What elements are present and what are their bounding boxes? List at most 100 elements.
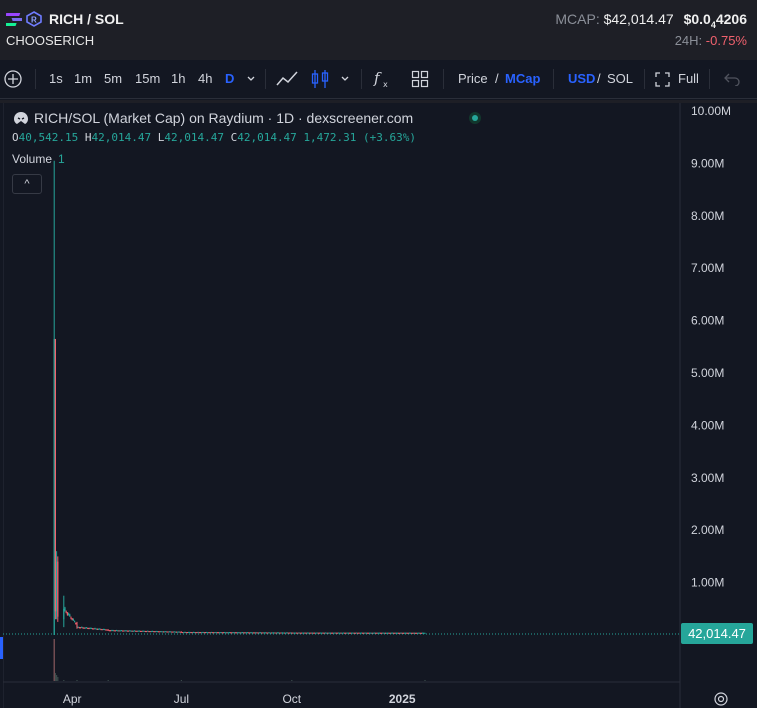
candle-body — [387, 632, 389, 634]
add-icon[interactable] — [3, 69, 23, 89]
interval-d[interactable]: D — [225, 71, 234, 86]
candle-body — [252, 632, 254, 634]
divider — [644, 69, 645, 89]
candle-body — [322, 632, 324, 634]
candle-body — [262, 632, 264, 634]
line-tool-icon[interactable] — [275, 70, 299, 88]
candle-body — [353, 632, 355, 634]
candle-body — [389, 632, 391, 634]
candle-body — [104, 629, 106, 631]
candle-body — [412, 632, 414, 634]
candle-body — [130, 630, 132, 632]
interval-1m[interactable]: 1m — [74, 71, 92, 86]
candle-body — [402, 632, 404, 634]
interval-1h[interactable]: 1h — [171, 71, 185, 86]
chevron-down-icon[interactable] — [246, 74, 256, 84]
candle-body — [410, 632, 412, 634]
candle-body — [92, 628, 94, 630]
candle-body — [284, 632, 286, 634]
candle-body — [368, 632, 370, 634]
candle-body — [423, 632, 425, 634]
volume-bar — [180, 680, 182, 681]
y-tick-label: 1.00M — [691, 576, 724, 590]
candle-body — [273, 632, 275, 634]
solana-logo-icon — [6, 13, 22, 26]
chevron-down-icon[interactable] — [340, 74, 350, 84]
interval-5m[interactable]: 5m — [104, 71, 122, 86]
volume-label: Volume — [12, 152, 53, 166]
candle-body — [228, 632, 230, 634]
candles-icon[interactable] — [310, 68, 330, 90]
candle-body — [282, 632, 284, 634]
candle-body — [363, 632, 365, 634]
candle-body — [285, 632, 287, 634]
candle-body — [74, 621, 76, 623]
low-value: 42,014.47 — [164, 131, 224, 144]
candle-body — [399, 632, 401, 634]
candle-body — [226, 632, 228, 634]
candle-body — [364, 632, 366, 634]
candle-body — [335, 632, 337, 634]
y-tick-label: 5.00M — [691, 366, 724, 380]
volume-bar — [63, 680, 65, 681]
candle-body — [342, 632, 344, 634]
candle-body — [288, 632, 290, 634]
price-toggle[interactable]: Price — [458, 71, 488, 86]
mcap-toggle[interactable]: MCap — [505, 71, 540, 86]
candle-body — [142, 630, 144, 632]
left-scroll-marker[interactable] — [0, 637, 3, 659]
candle-body — [57, 561, 59, 617]
collapse-legend-button[interactable]: ^ — [12, 174, 42, 194]
candle-body — [414, 632, 416, 634]
undo-icon[interactable] — [724, 72, 740, 86]
usd-toggle[interactable]: USD — [568, 71, 595, 86]
candle-body — [250, 632, 252, 634]
header-bar: R RICH / SOL CHOOSERICH MCAP: $42,014.47… — [0, 0, 757, 60]
candle-body — [260, 632, 262, 634]
volume-bar — [424, 680, 426, 681]
candle-body — [147, 630, 149, 632]
candle-body — [218, 632, 220, 634]
candle-body — [207, 632, 209, 634]
candle-body — [134, 630, 136, 632]
open-value: 40,542.15 — [18, 131, 79, 144]
candle-body — [80, 627, 82, 629]
candle-body — [111, 630, 113, 632]
candle-body — [366, 632, 368, 634]
fullscreen-button[interactable]: Full — [678, 71, 699, 86]
candle-body — [184, 631, 186, 633]
sol-toggle[interactable]: SOL — [607, 71, 633, 86]
price-chart[interactable]: 1.00M 2.00M 3.00M 4.00M 5.00M 6.00M 7.00M 8.00M… — [3, 103, 757, 708]
interval-15m[interactable]: 15m — [135, 71, 160, 86]
candle-body — [132, 630, 134, 632]
candle-body — [388, 632, 390, 634]
candle-body — [372, 632, 374, 634]
candle-body — [165, 631, 167, 633]
candle-body — [220, 632, 222, 634]
candle-body — [381, 632, 383, 634]
fullscreen-icon[interactable] — [655, 72, 670, 87]
candle-body — [96, 628, 98, 630]
candle-body — [411, 632, 413, 634]
candle-body — [304, 632, 306, 634]
mcap-value: $42,014.47 — [603, 11, 674, 27]
candle-body — [401, 632, 403, 634]
change-value: -0.75% — [705, 33, 747, 48]
candle-body — [240, 632, 242, 634]
candle-body — [293, 632, 295, 634]
indicators-icon[interactable]: f x — [372, 69, 392, 89]
chart-toolbar: 1s 1m 5m 15m 1h 4h D f x Price / MCap US… — [0, 60, 757, 99]
interval-1s[interactable]: 1s — [49, 71, 63, 86]
candle-body — [150, 631, 152, 633]
candle-body — [230, 632, 232, 634]
candle-body — [125, 630, 127, 632]
divider — [443, 69, 444, 89]
interval-4h[interactable]: 4h — [198, 71, 212, 86]
candle-body — [194, 632, 196, 634]
divider — [361, 69, 362, 89]
candle-body — [291, 632, 293, 634]
x-tick-label: Oct — [282, 692, 301, 706]
candle-body — [87, 628, 89, 630]
layout-icon[interactable] — [411, 70, 429, 88]
candle-body — [185, 632, 187, 634]
